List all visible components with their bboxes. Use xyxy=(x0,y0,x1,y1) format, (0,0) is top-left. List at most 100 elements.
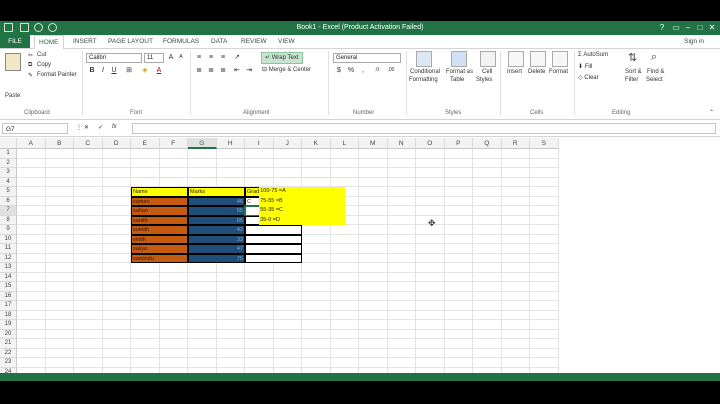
format-cells-icon[interactable] xyxy=(552,51,568,67)
grade-cell[interactable] xyxy=(245,225,302,235)
clear-button[interactable]: ◇ Clear xyxy=(578,74,599,81)
name-cell[interactable]: sahan xyxy=(131,206,188,216)
column-header-e[interactable]: E xyxy=(131,138,160,149)
decrease-indent-icon[interactable]: ⇤ xyxy=(232,66,242,75)
column-header-r[interactable]: R xyxy=(501,138,530,149)
name-cell[interactable]: saman xyxy=(131,196,188,206)
row-header-12[interactable]: 12 xyxy=(0,253,17,263)
name-cell[interactable]: samindu xyxy=(131,253,188,263)
row-header-4[interactable]: 4 xyxy=(0,177,17,187)
bold-button[interactable]: B xyxy=(87,66,97,75)
marks-cell[interactable]: 42 xyxy=(188,225,245,235)
name-cell[interactable]: saliya xyxy=(131,244,188,254)
underline-button[interactable]: U xyxy=(109,66,119,75)
cell-styles-label2[interactable]: Styles xyxy=(476,77,492,83)
row-header-11[interactable]: 11 xyxy=(0,244,17,254)
row-header-16[interactable]: 16 xyxy=(0,291,17,301)
align-right-icon[interactable]: ≣ xyxy=(218,66,228,75)
italic-button[interactable]: I xyxy=(98,66,108,75)
marks-cell[interactable]: 47 xyxy=(188,244,245,254)
insert-cells-icon[interactable] xyxy=(508,51,524,67)
grade-cell[interactable] xyxy=(245,244,302,254)
sort-filter-button[interactable]: Sort & xyxy=(625,69,642,75)
conditional-formatting-button[interactable]: Conditional xyxy=(410,69,440,75)
bottom-align-icon[interactable]: ≡ xyxy=(218,53,228,62)
accounting-format-icon[interactable]: $ xyxy=(334,66,344,75)
row-header-14[interactable]: 14 xyxy=(0,272,17,282)
autosum-button[interactable]: Σ AutoSum xyxy=(578,52,608,58)
format-as-table-label2[interactable]: Table xyxy=(450,77,464,83)
column-header-a[interactable]: A xyxy=(17,138,46,149)
row-header-1[interactable]: 1 xyxy=(0,149,17,159)
align-center-icon[interactable]: ≣ xyxy=(206,66,216,75)
format-as-table-button[interactable]: Format as xyxy=(446,69,473,75)
minimize-icon[interactable]: – xyxy=(682,23,694,33)
tab-formulas[interactable]: FORMULAS xyxy=(163,38,199,45)
paste-icon[interactable] xyxy=(5,53,21,71)
conditional-formatting-icon[interactable] xyxy=(416,51,432,67)
row-header-17[interactable]: 17 xyxy=(0,301,17,311)
top-align-icon[interactable]: ≡ xyxy=(194,53,204,62)
insert-function-button[interactable]: fx xyxy=(112,124,117,130)
column-header-s[interactable]: S xyxy=(530,138,559,149)
column-header-l[interactable]: L xyxy=(330,138,359,149)
ribbon-display-icon[interactable]: ▭ xyxy=(670,23,682,33)
marks-cell[interactable]: 46 xyxy=(188,196,245,206)
row-header-22[interactable]: 22 xyxy=(0,348,17,358)
marks-cell[interactable]: 75 xyxy=(188,253,245,263)
row-header-2[interactable]: 2 xyxy=(0,158,17,168)
row-header-10[interactable]: 10 xyxy=(0,234,17,244)
column-header-o[interactable]: O xyxy=(416,138,445,149)
delete-cells-button[interactable]: Delete xyxy=(528,69,545,75)
row-header-6[interactable]: 6 xyxy=(0,196,17,206)
tab-insert[interactable]: INSERT xyxy=(73,38,97,45)
percent-style-icon[interactable]: % xyxy=(346,66,356,75)
column-header-d[interactable]: D xyxy=(102,138,131,149)
column-header-b[interactable]: B xyxy=(45,138,74,149)
column-header-i[interactable]: I xyxy=(245,138,274,149)
help-icon[interactable]: ? xyxy=(656,23,668,33)
legend-cell[interactable]: 55-35 =C xyxy=(259,206,345,216)
row-header-23[interactable]: 23 xyxy=(0,358,17,368)
increase-decimal-icon[interactable]: .0 xyxy=(372,66,382,75)
column-header-p[interactable]: P xyxy=(444,138,473,149)
wrap-text-button[interactable]: ↵ Wrap Text xyxy=(261,52,303,64)
row-header-8[interactable]: 8 xyxy=(0,215,17,225)
merge-center-button[interactable]: ⊟ Merge & Center xyxy=(262,66,311,73)
tab-view[interactable]: VIEW xyxy=(278,38,295,45)
copy-icon[interactable]: ⧉ xyxy=(28,62,32,69)
delete-cells-icon[interactable] xyxy=(530,51,546,67)
marks-cell[interactable]: 33 xyxy=(188,234,245,244)
sort-filter-icon[interactable]: ⇅ xyxy=(628,51,637,64)
tab-data[interactable]: DATA xyxy=(211,38,227,45)
collapse-ribbon-icon[interactable]: ⌃ xyxy=(709,109,714,116)
name-box[interactable]: G7 xyxy=(2,123,68,134)
column-header-k[interactable]: K xyxy=(302,138,331,149)
cut-button[interactable]: Cut xyxy=(37,52,46,58)
name-cell[interactable]: sumith xyxy=(131,225,188,235)
tab-page-layout[interactable]: PAGE LAYOUT xyxy=(108,38,153,45)
spreadsheet-grid[interactable]: ABCDEFGHIJKLMNOPQRS 1 2 3 4 5 6 7 8 9 10 11 12 13 14 1… xyxy=(0,138,720,381)
align-left-icon[interactable]: ≣ xyxy=(194,66,204,75)
font-color-icon[interactable]: A xyxy=(154,66,164,75)
tab-review[interactable]: REVIEW xyxy=(241,38,267,45)
legend-cell[interactable]: 35-0 =D xyxy=(259,215,345,225)
orientation-icon[interactable]: ↗ xyxy=(232,53,242,62)
column-header-m[interactable]: M xyxy=(359,138,388,149)
find-select-label2[interactable]: Select xyxy=(646,77,663,83)
column-header-c[interactable]: C xyxy=(74,138,103,149)
cell-styles-icon[interactable] xyxy=(480,51,496,67)
cancel-icon[interactable]: ✕ xyxy=(84,124,89,131)
shrink-font-button[interactable]: A xyxy=(176,53,186,62)
grade-cell[interactable] xyxy=(245,253,302,263)
legend-cell[interactable]: 100-75 =A xyxy=(259,187,345,197)
format-as-table-icon[interactable] xyxy=(451,51,467,67)
column-header-n[interactable]: N xyxy=(387,138,416,149)
column-header-q[interactable]: Q xyxy=(473,138,502,149)
formula-input[interactable] xyxy=(132,123,716,134)
decrease-decimal-icon[interactable]: .00 xyxy=(386,66,396,75)
format-painter-button[interactable]: Format Painter xyxy=(37,72,77,78)
marks-cell[interactable]: 65 xyxy=(188,215,245,225)
row-header-13[interactable]: 13 xyxy=(0,263,17,273)
row-header-5[interactable]: 5 xyxy=(0,187,17,197)
